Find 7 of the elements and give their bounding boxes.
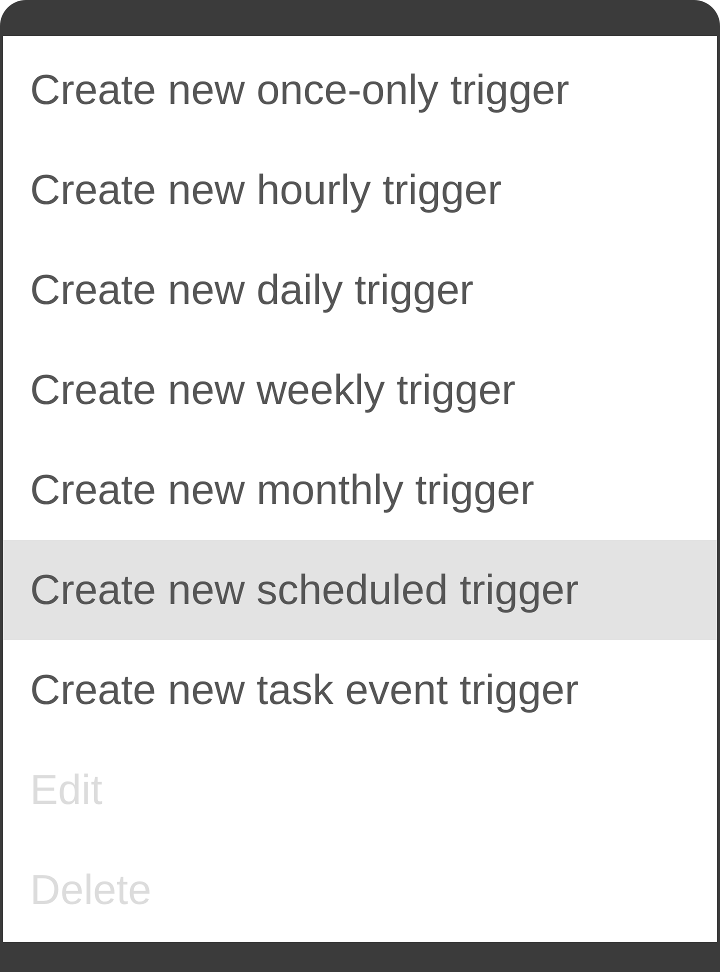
menu-item[interactable]: Create new weekly trigger [3,340,717,440]
menu-item[interactable]: Create new hourly trigger [3,140,717,240]
menu-item[interactable]: Create new once-only trigger [3,40,717,140]
menu-item[interactable]: Create new monthly trigger [3,440,717,540]
menu-item[interactable]: Create new task event trigger [3,640,717,740]
menu-item[interactable]: Create new scheduled trigger [3,540,717,640]
menu-item[interactable]: Create new daily trigger [3,240,717,340]
